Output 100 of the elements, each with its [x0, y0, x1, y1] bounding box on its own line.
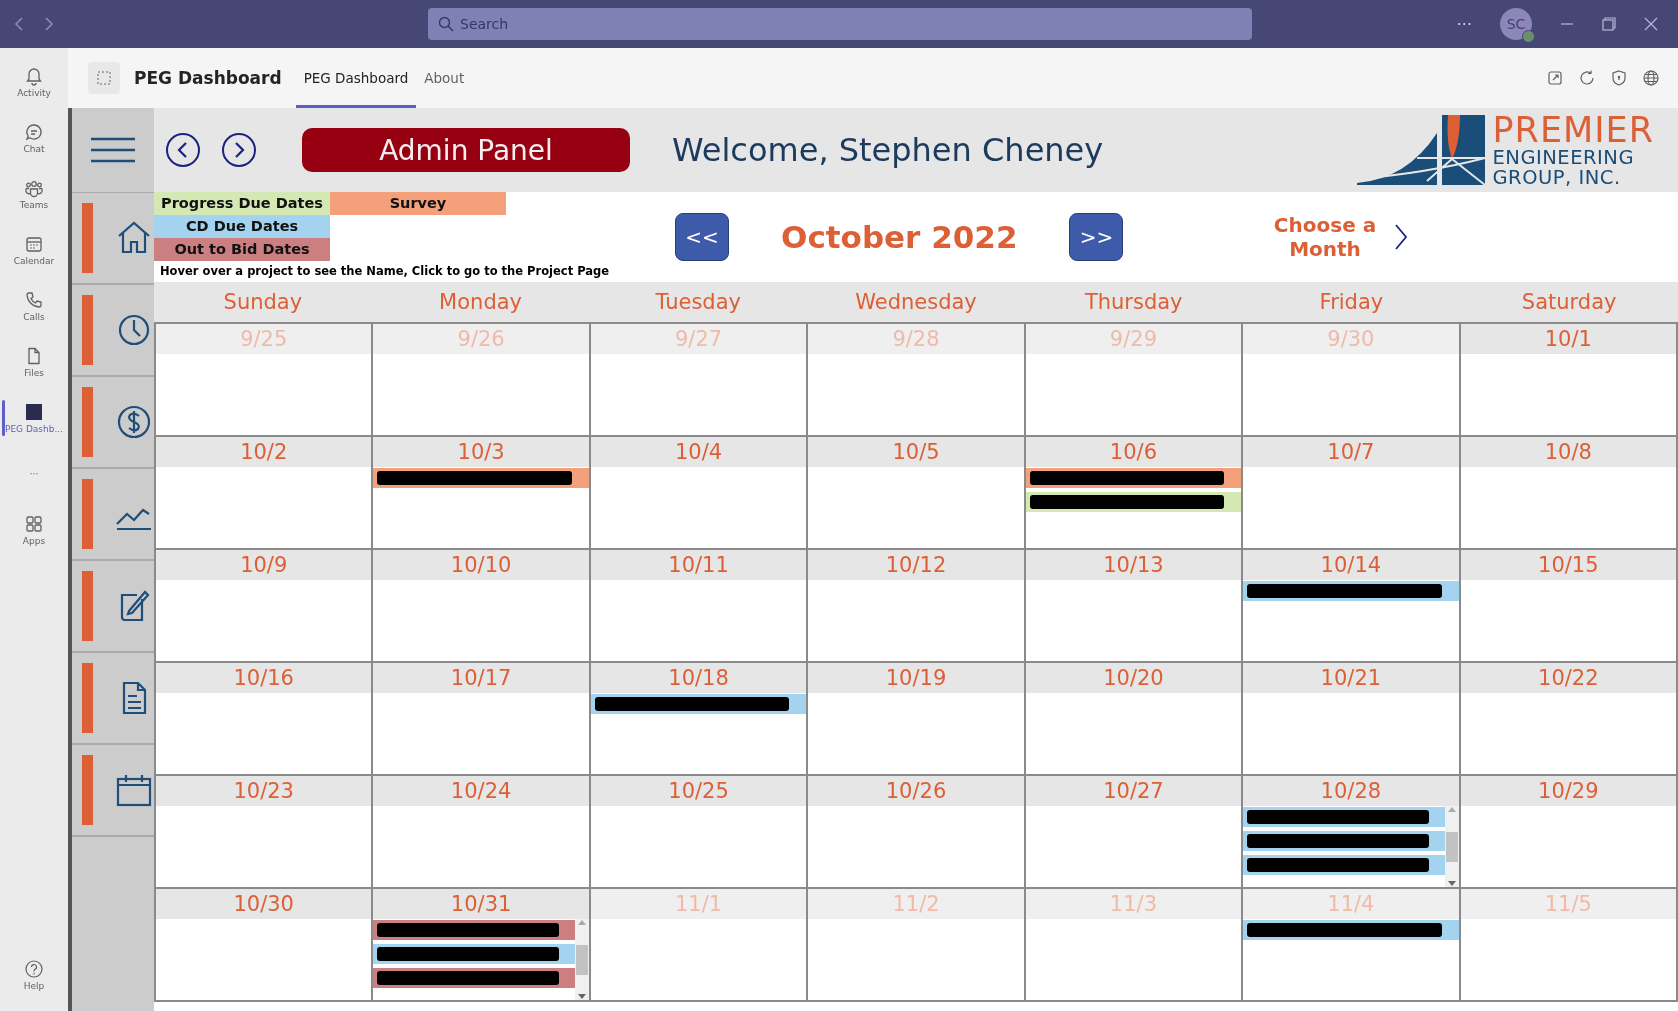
event-bar[interactable]: [1243, 807, 1445, 827]
date-label: 9/28: [808, 324, 1024, 354]
close-icon[interactable]: [1644, 17, 1658, 31]
date-label: 10/20: [1025, 663, 1242, 693]
scroll-down-icon[interactable]: [1447, 881, 1456, 887]
back-button[interactable]: [166, 133, 200, 167]
date-label: 10/27: [1025, 776, 1242, 806]
people-icon: [24, 178, 44, 198]
accent-bar: [82, 295, 93, 365]
apps-icon: [24, 514, 44, 534]
event-bar[interactable]: [373, 468, 589, 488]
calendar-icon: [24, 234, 44, 254]
date-label: 10/26: [808, 776, 1024, 806]
avatar[interactable]: SC: [1500, 8, 1532, 40]
event-bar[interactable]: [373, 968, 575, 988]
event-bar[interactable]: [1243, 831, 1445, 851]
weekday-header: Tuesday: [654, 289, 742, 316]
date-label: 10/5: [808, 437, 1024, 467]
event-bar[interactable]: [1243, 855, 1445, 875]
rail-item[interactable]: Files: [0, 334, 68, 390]
back-icon[interactable]: [14, 17, 24, 31]
bell-icon: [24, 66, 44, 86]
popout-icon[interactable]: [1546, 69, 1564, 87]
next-month-button[interactable]: >>: [1069, 213, 1124, 261]
date-label: 10/23: [156, 776, 372, 806]
admin-panel-button[interactable]: Admin Panel: [302, 128, 630, 172]
rail-item[interactable]: ···: [0, 446, 68, 502]
date-label: 10/18: [590, 663, 807, 693]
date-label: 9/30: [1243, 324, 1459, 354]
logo-text: GROUP, INC.: [1492, 167, 1622, 187]
date-label: 10/2: [156, 437, 372, 467]
weekday-header: Sunday: [222, 289, 304, 316]
logo-text: PREMIER: [1492, 113, 1654, 148]
welcome-text: Welcome, Stephen Cheney: [672, 131, 1104, 169]
date-label: 9/29: [1025, 324, 1242, 354]
date-label: 11/3: [1025, 889, 1242, 919]
date-label: 10/16: [156, 663, 372, 693]
choose-month-button[interactable]: Choose a Month: [1270, 213, 1408, 261]
chevron-right-icon: [232, 141, 246, 159]
rail-item[interactable]: Calls: [0, 278, 68, 334]
date-label: 10/29: [1460, 776, 1676, 806]
restore-icon[interactable]: [1602, 17, 1616, 31]
hint-text: Hover over a project to see the Name, Click to go to the Project Page: [160, 264, 610, 279]
accent-bar: [82, 663, 93, 733]
more-button[interactable]: ···: [1456, 14, 1472, 34]
date-label: 9/25: [156, 324, 372, 354]
event-bar[interactable]: [1025, 492, 1242, 512]
legend-item: CD Due Dates: [154, 215, 330, 238]
event-bar[interactable]: [1025, 468, 1242, 488]
event-bar[interactable]: [1243, 920, 1459, 940]
date-label: 11/4: [1243, 889, 1459, 919]
menu-icon[interactable]: [90, 137, 136, 163]
previous-month-button[interactable]: <<: [675, 213, 730, 261]
date-label: 10/24: [373, 776, 589, 806]
rail-item[interactable]: Teams: [0, 166, 68, 222]
event-bar[interactable]: [1243, 581, 1459, 601]
event-bar[interactable]: [373, 944, 575, 964]
help-button[interactable]: Help: [0, 947, 68, 1003]
date-label: 10/8: [1460, 437, 1676, 467]
date-label: 10/10: [373, 550, 589, 580]
date-label: 10/21: [1243, 663, 1459, 693]
logo-text: ENGINEERING: [1492, 148, 1635, 168]
weekday-header: Saturday: [1520, 289, 1618, 316]
rail-item[interactable]: PEG Dashb...: [0, 390, 68, 446]
date-label: 10/6: [1025, 437, 1242, 467]
globe-icon[interactable]: [1642, 69, 1660, 87]
accent-bar: [82, 755, 93, 825]
date-label: 10/1: [1460, 324, 1676, 354]
chevron-left-icon: [176, 141, 190, 159]
date-label: 10/30: [156, 889, 372, 919]
date-label: 10/11: [590, 550, 807, 580]
rail-item[interactable]: Apps: [0, 502, 68, 558]
logo-mark-icon: [1356, 113, 1487, 187]
chevron-right-icon: [1394, 223, 1408, 251]
tab[interactable]: About: [416, 48, 473, 108]
scroll-down-icon[interactable]: [577, 994, 586, 1000]
event-bar[interactable]: [373, 920, 575, 940]
search-field[interactable]: Search: [428, 8, 1252, 40]
refresh-icon[interactable]: [1578, 69, 1596, 87]
app-icon: [88, 62, 120, 94]
scroll-thumb[interactable]: [1445, 831, 1458, 862]
forward-icon[interactable]: [44, 17, 54, 31]
status-badge: [1522, 30, 1535, 43]
date-label: 10/12: [808, 550, 1024, 580]
dollar-icon: [115, 403, 153, 441]
scroll-thumb[interactable]: [575, 944, 588, 975]
weekday-header: Wednesday: [854, 289, 978, 316]
date-label: 10/9: [156, 550, 372, 580]
rail-item[interactable]: Calendar: [0, 222, 68, 278]
weekday-header: Friday: [1318, 289, 1385, 316]
event-bar[interactable]: [590, 694, 807, 714]
month-title: October 2022: [781, 219, 1018, 255]
date-label: 10/4: [590, 437, 807, 467]
app-title: PEG Dashboard: [134, 68, 282, 88]
date-label: 10/7: [1243, 437, 1459, 467]
rail-item[interactable]: Chat: [0, 110, 68, 166]
weekday-header: Monday: [438, 289, 523, 316]
shield-icon[interactable]: [1610, 69, 1628, 87]
forward-button[interactable]: [222, 133, 256, 167]
rail-item[interactable]: Activity: [0, 54, 68, 110]
